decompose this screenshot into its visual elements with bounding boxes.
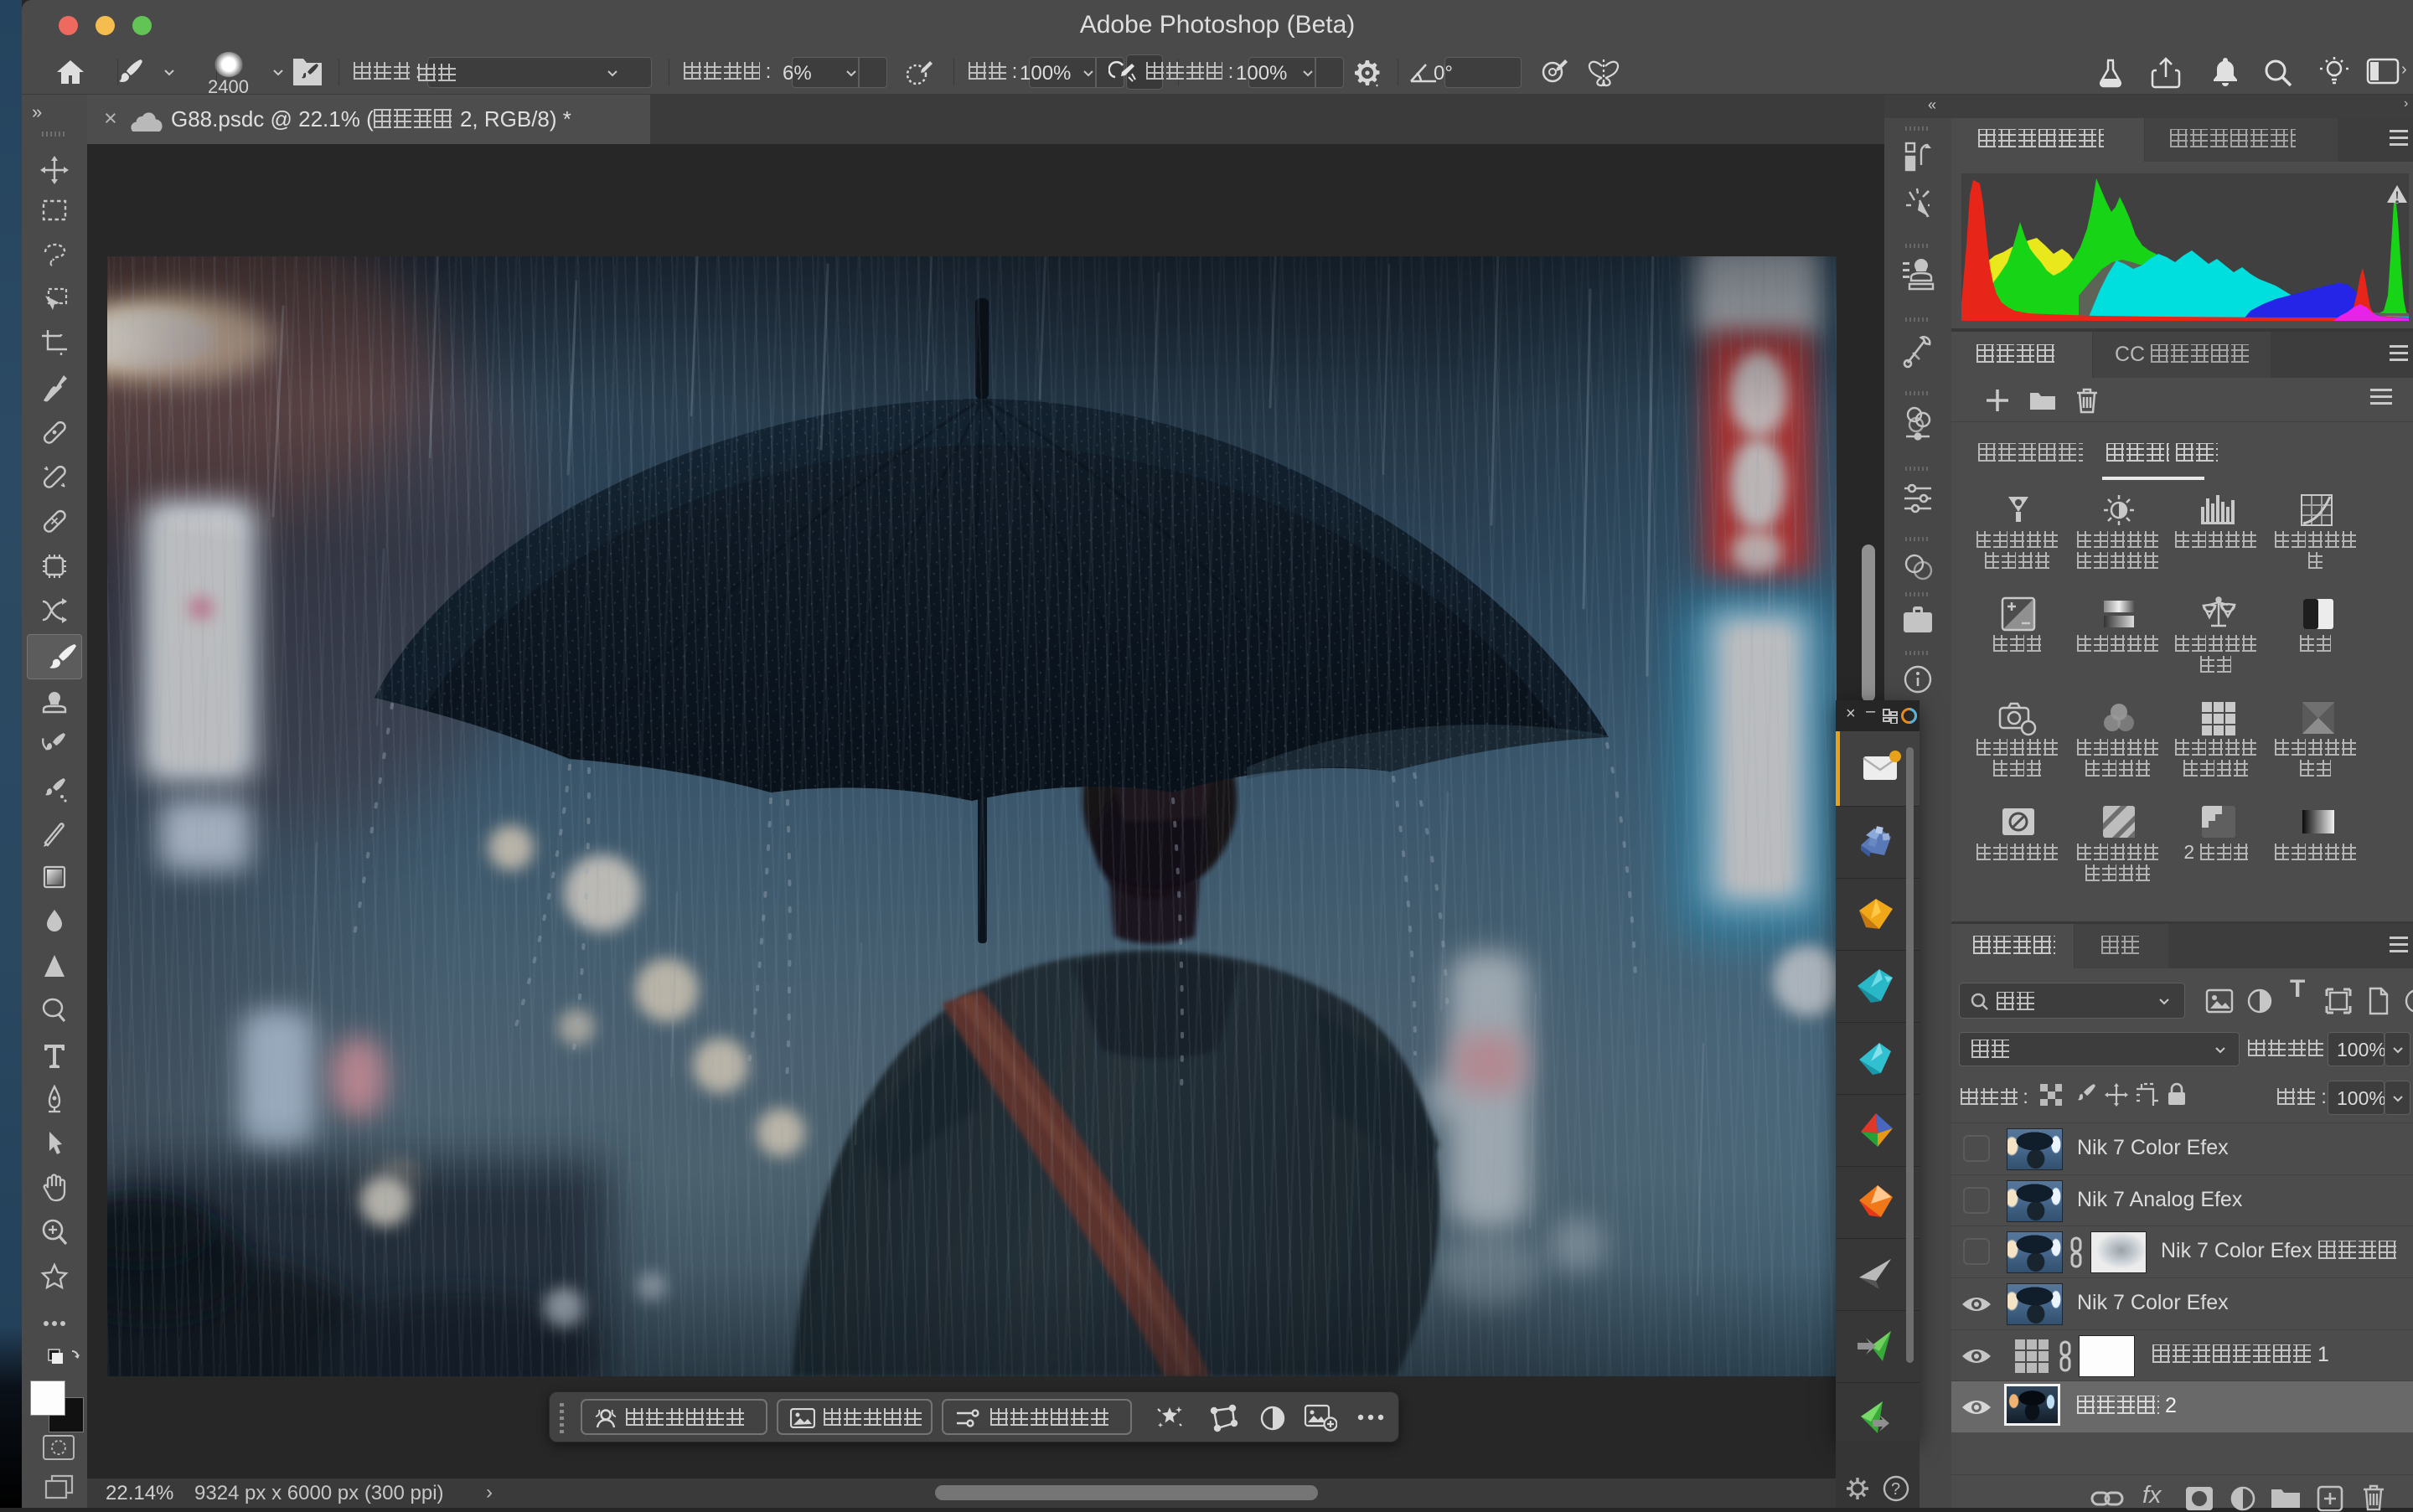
svg-text:?: ? (1891, 1480, 1900, 1499)
